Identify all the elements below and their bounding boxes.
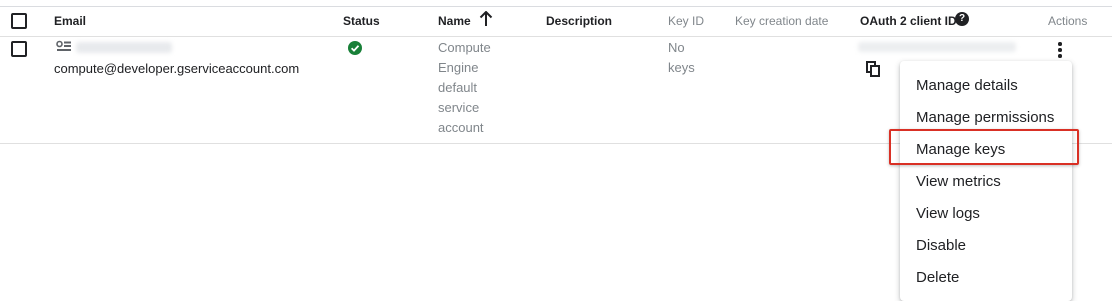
table-header-row: Email Status Name Description Key ID Key… [0,6,1112,37]
menu-item-view-metrics[interactable]: View metrics [916,173,1001,190]
menu-item-manage-details[interactable]: Manage details [916,77,1018,94]
key-id-line: No [668,40,685,55]
check-circle-icon [348,41,362,55]
column-header-name[interactable]: Name [438,14,471,28]
more-vert-icon[interactable] [1054,41,1064,59]
column-header-oauth-client-id[interactable]: OAuth 2 client ID [860,14,957,28]
name-line: default [438,80,478,95]
select-all-checkbox[interactable] [11,13,27,29]
service-account-name: Compute Engine default service account [438,38,491,138]
row-select-checkbox[interactable] [11,41,27,57]
column-header-description[interactable]: Description [546,14,612,28]
service-account-email[interactable]: compute@developer.gserviceaccount.com [54,61,299,76]
menu-item-manage-permissions[interactable]: Manage permissions [916,109,1054,126]
copy-icon[interactable] [866,61,880,77]
help-circle-icon[interactable]: ? [955,12,969,26]
arrow-up-icon[interactable] [479,11,493,27]
column-header-key-id: Key ID [668,14,705,28]
oauth-client-id-redacted [858,42,1016,52]
service-account-id-redacted [76,42,172,53]
column-header-key-creation-date: Key creation date [735,14,829,28]
menu-item-disable[interactable]: Disable [916,237,966,254]
actions-menu: Manage details Manage permissions Manage… [900,61,1072,301]
name-line: service [438,100,480,115]
key-id-line: keys [668,60,695,75]
name-line: account [438,120,484,135]
name-line: Engine [438,60,479,75]
key-id-value: No keys [668,38,695,78]
service-account-icon [56,40,71,51]
menu-item-view-logs[interactable]: View logs [916,205,980,222]
column-header-email[interactable]: Email [54,14,86,28]
column-header-status[interactable]: Status [343,14,380,28]
manage-keys-highlight [889,129,1079,165]
name-line: Compute [438,40,491,55]
menu-item-delete[interactable]: Delete [916,269,959,286]
column-header-actions: Actions [1048,14,1088,28]
